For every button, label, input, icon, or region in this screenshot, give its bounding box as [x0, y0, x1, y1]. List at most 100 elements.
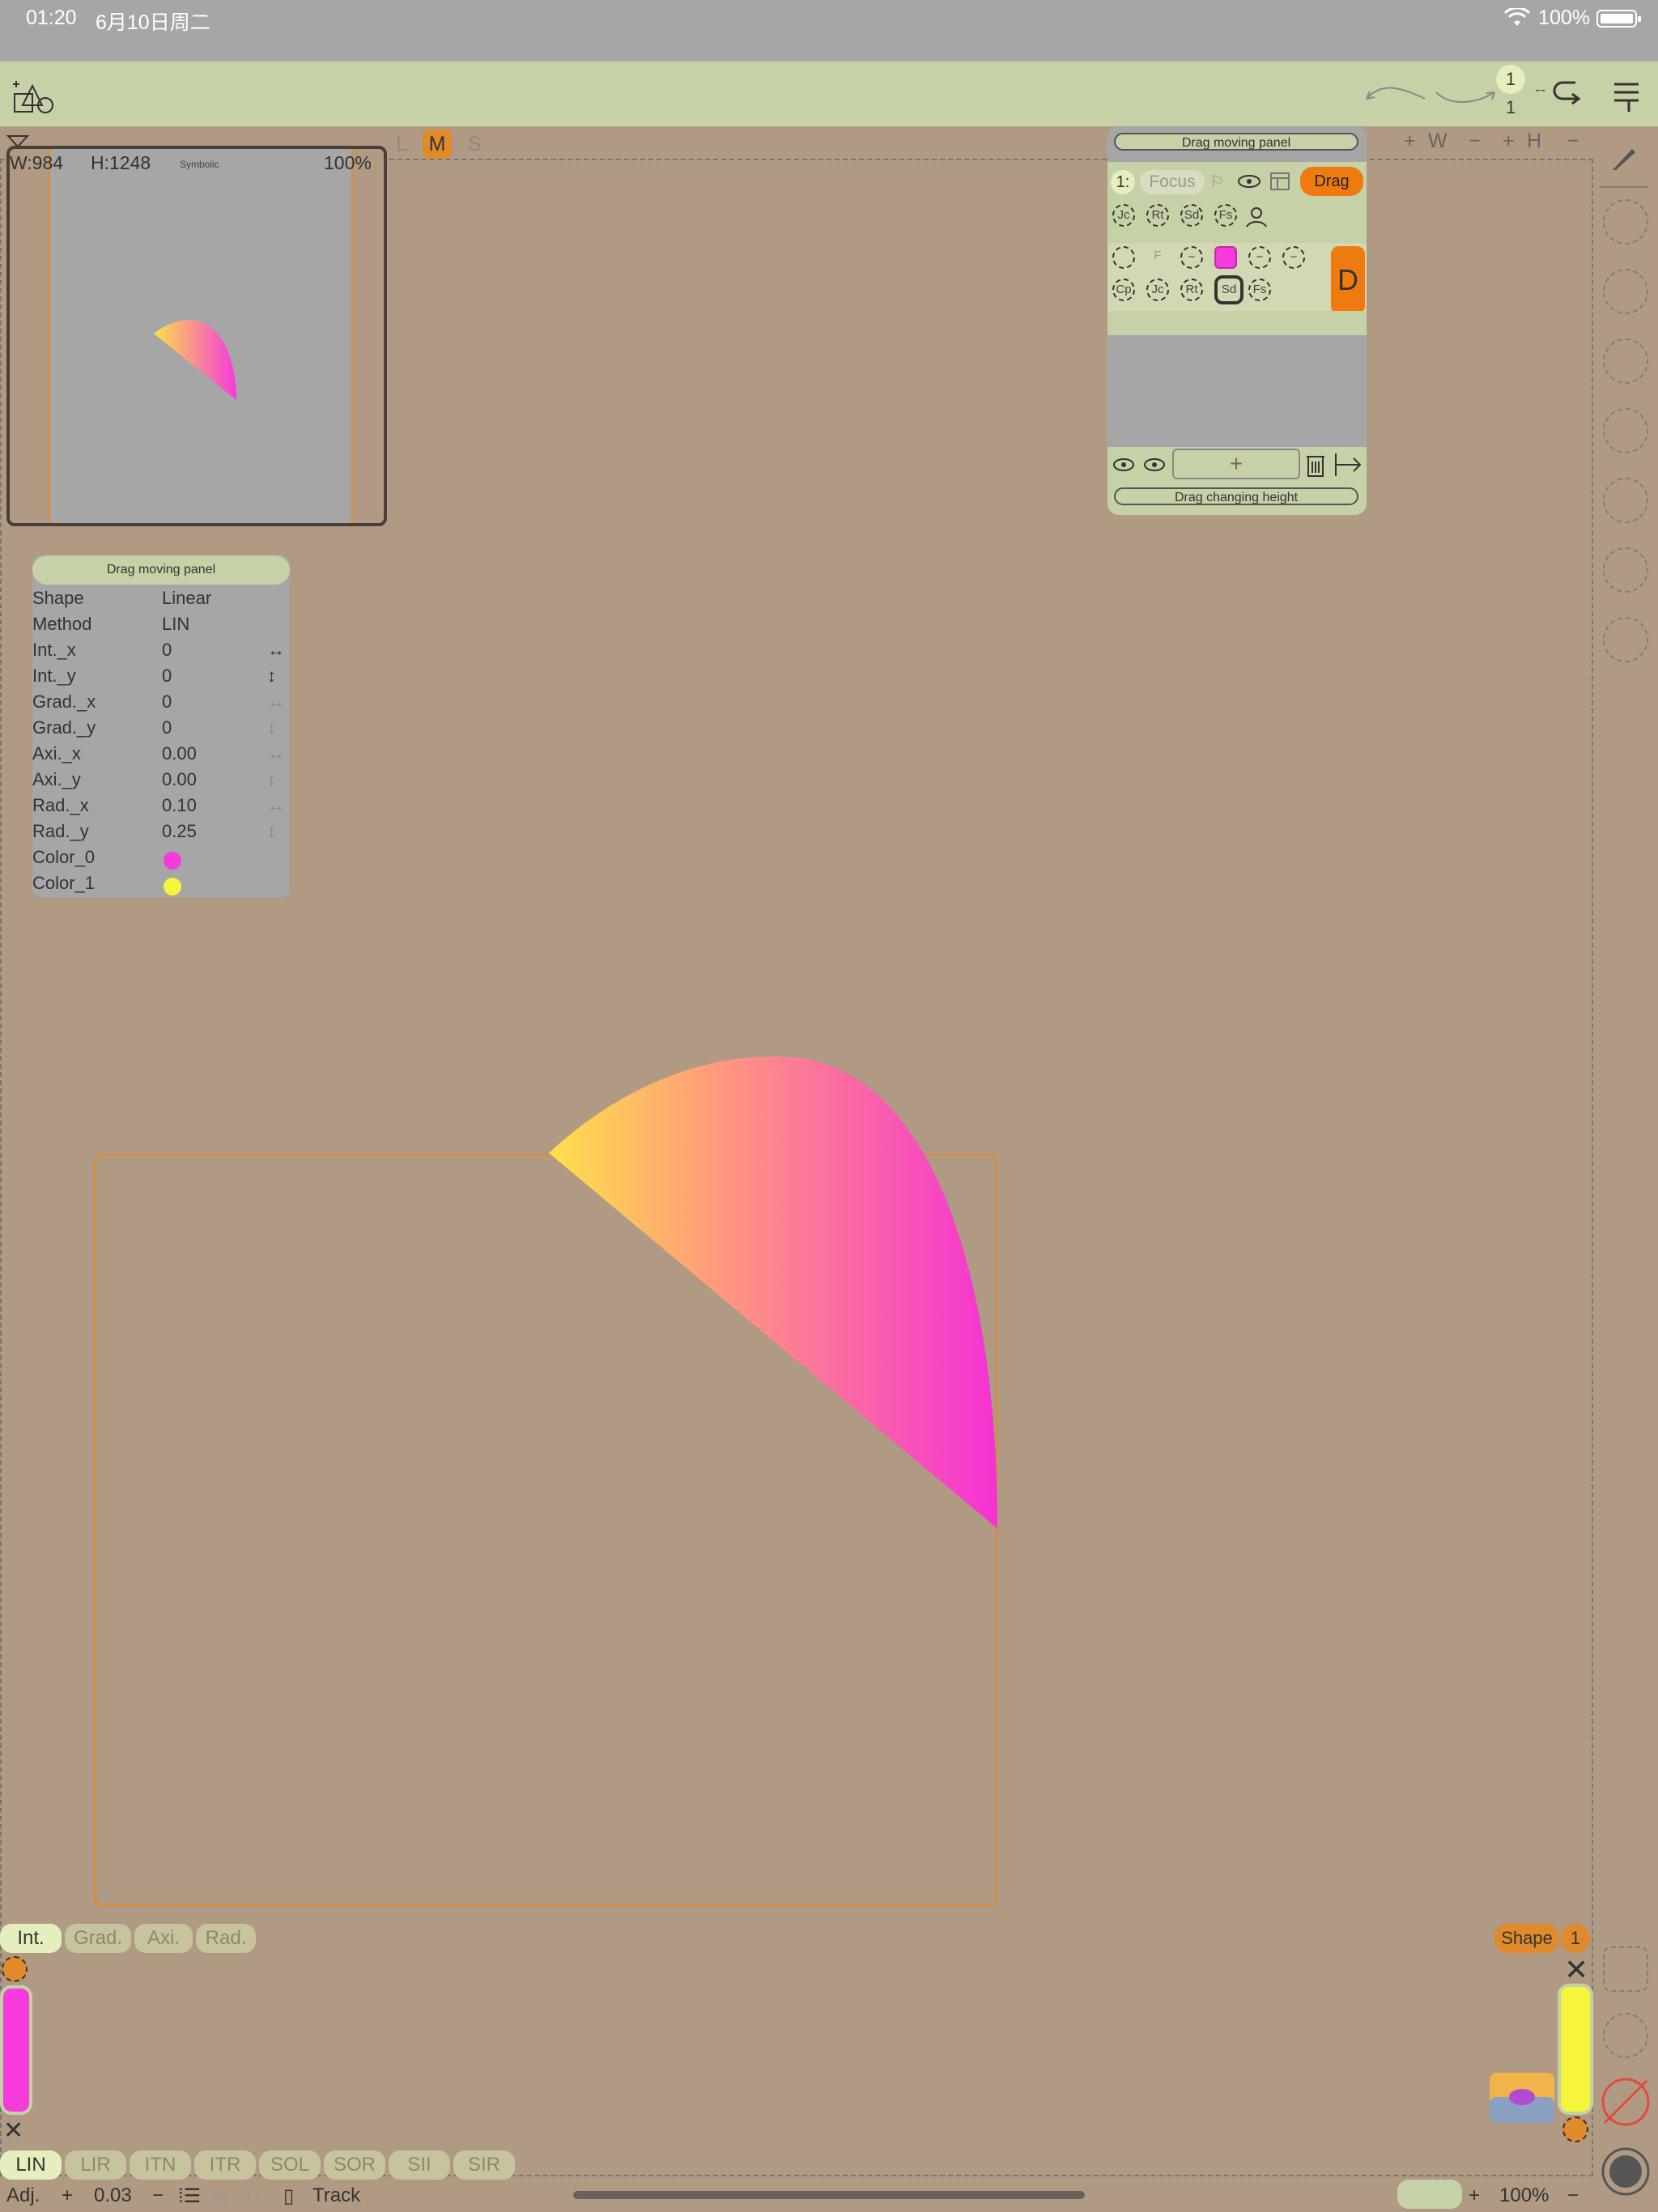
brush-tool-icon[interactable] [1603, 2013, 1648, 2058]
layer-header-chip-2[interactable]: Sd [1180, 204, 1203, 227]
layers-drag-handle[interactable]: Drag moving panel [1114, 133, 1358, 151]
prop-row-color-1[interactable]: Color_1 [32, 873, 290, 899]
eye-small-icon[interactable]: ◎ [212, 2184, 229, 2208]
method-tab-itr[interactable]: ITR [194, 2150, 256, 2180]
layer-drag-button[interactable]: Drag [1300, 167, 1363, 196]
method-tab-sol[interactable]: SOL [259, 2150, 321, 2180]
prop-value[interactable]: 0 [162, 717, 172, 738]
prop-row-int-y[interactable]: Int._y 0 ↕ [32, 666, 290, 691]
layer-fill-color-chip[interactable] [1214, 246, 1237, 269]
prop-value[interactable]: 0.25 [162, 821, 197, 842]
layer-row1b-chip-2[interactable]: Rt [1180, 279, 1203, 301]
menu-icon[interactable] [1611, 78, 1643, 113]
device-icon[interactable]: ▯ [283, 2184, 294, 2208]
page-number-badge[interactable]: 1 [1496, 65, 1525, 94]
layer-row1-chip-1[interactable]: F [1146, 246, 1169, 269]
layer-row1-chip-2[interactable]: − [1180, 246, 1203, 269]
prop-value[interactable]: 0 [162, 640, 172, 661]
horizontal-arrows-icon[interactable]: ↔ [267, 691, 285, 713]
layer-header-chip-3[interactable]: Fs [1214, 204, 1237, 227]
trash-icon[interactable] [1305, 452, 1326, 478]
add-layer-button[interactable]: + [1172, 449, 1300, 479]
tab-grad[interactable]: Grad. [65, 1924, 131, 1953]
prop-value[interactable]: 0 [162, 666, 172, 687]
person-icon[interactable] [1245, 204, 1269, 228]
prop-row-axi-x[interactable]: Axi._x 0.00 ↔ [32, 743, 290, 769]
zoom-plus-button[interactable]: + [1469, 2184, 1480, 2207]
prop-value[interactable]: 0.00 [162, 743, 197, 764]
color0-swatch[interactable] [0, 1985, 32, 2115]
line-tool-solid-icon[interactable] [1603, 199, 1648, 245]
method-tab-sir[interactable]: SIR [453, 2150, 515, 2180]
prop-value[interactable]: 0.10 [162, 795, 197, 816]
horizontal-arrows-icon[interactable]: ↔ [267, 640, 285, 661]
prop-value[interactable]: LIN [162, 614, 189, 635]
pen-icon[interactable] [1608, 143, 1640, 175]
flag-small-icon[interactable]: ⚐ [244, 2184, 262, 2208]
hide-all-icon[interactable] [1143, 457, 1167, 473]
minimap[interactable]: W:984 H:1248 Symbolic 100% [6, 146, 387, 526]
layer-row1b-chip-3[interactable]: Sd [1214, 275, 1244, 304]
width-minus-button[interactable]: − [1469, 130, 1481, 153]
redo-curve-icon[interactable] [1433, 81, 1498, 110]
flag-icon[interactable]: ⚐ [1209, 172, 1224, 192]
vertical-arrows-icon[interactable]: ↕ [267, 769, 276, 790]
hatch-tool-icon[interactable] [1603, 338, 1648, 384]
horizontal-arrows-icon[interactable]: ↔ [267, 795, 285, 816]
layer-header-chip-0[interactable]: Jc [1112, 204, 1135, 227]
adj-minus-button[interactable]: − [152, 2184, 164, 2207]
ellipse-tool-icon[interactable] [1603, 547, 1648, 593]
prop-row-method[interactable]: Method LIN [32, 614, 290, 640]
export-icon[interactable] [1333, 452, 1363, 478]
prop-value[interactable]: Linear [162, 588, 211, 609]
copy-layer-icon[interactable] [1603, 1946, 1648, 1992]
list-icon[interactable]: ⁞☰ [178, 2184, 201, 2208]
drag-height-handle[interactable]: Drag changing height [1114, 487, 1358, 505]
layout-icon[interactable] [1269, 172, 1290, 191]
record-icon[interactable] [1600, 2146, 1652, 2197]
tab-int[interactable]: Int. [0, 1924, 62, 1953]
prop-row-grad-x[interactable]: Grad._x 0 ↔ [32, 691, 290, 717]
shape-button[interactable]: Shape [1494, 1924, 1559, 1953]
method-tab-itn[interactable]: ITN [130, 2150, 191, 2180]
view-mode-s[interactable]: S [460, 130, 489, 159]
undo-curve-icon[interactable] [1363, 81, 1428, 110]
horizontal-arrows-icon[interactable]: ↔ [267, 743, 285, 764]
layer-row-header[interactable]: 1: Focus ⚐ Drag Jc Rt Sd Fs [1107, 162, 1367, 246]
prop-row-shape[interactable]: Shape Linear [32, 588, 290, 614]
width-plus-button[interactable]: + [1404, 130, 1416, 153]
height-plus-button[interactable]: + [1503, 130, 1515, 153]
tab-rad[interactable]: Rad. [196, 1924, 256, 1953]
layer-row1b-chip-1[interactable]: Jc [1146, 279, 1169, 301]
vertical-arrows-icon[interactable]: ↕ [267, 821, 276, 842]
prop-value[interactable]: 0 [162, 691, 172, 713]
layer-row1b-chip-0[interactable]: Cp [1112, 279, 1135, 301]
layer-row1-chip-0[interactable] [1112, 246, 1135, 269]
color1-swatch[interactable] [1558, 1984, 1593, 2115]
shape-count-badge[interactable]: 1 [1561, 1924, 1590, 1953]
layer-row1-chip-4[interactable]: − [1248, 246, 1271, 269]
drag-moving-panel-handle[interactable]: Drag moving panel [32, 555, 290, 585]
eye-icon[interactable] [1237, 173, 1261, 189]
gradient-preview-icon[interactable] [1490, 2073, 1554, 2123]
prop-row-rad-x[interactable]: Rad._x 0.10 ↔ [32, 795, 290, 821]
line-tool-thin-icon[interactable] [1603, 269, 1648, 314]
tab-axi[interactable]: Axi. [134, 1924, 193, 1953]
prop-row-grad-y[interactable]: Grad._y 0 ↕ [32, 717, 290, 743]
color_0-dot[interactable] [164, 852, 181, 870]
method-tab-lin[interactable]: LIN [0, 2150, 62, 2180]
view-mode-l[interactable]: L [387, 130, 416, 159]
layer-row-1[interactable]: F − − − Cp Jc Rt Sd Fs D [1107, 243, 1367, 314]
close-left-icon[interactable]: ✕ [3, 2116, 23, 2145]
color_1-dot[interactable] [164, 878, 181, 895]
close-right-icon[interactable]: ✕ [1564, 1953, 1588, 1987]
vertical-arrows-icon[interactable]: ↕ [267, 666, 276, 687]
focus-button[interactable]: Focus [1140, 170, 1205, 194]
gradient-shape[interactable] [547, 1056, 1001, 1534]
mountains-tool-icon[interactable] [1603, 617, 1648, 662]
prop-row-color-0[interactable]: Color_0 [32, 847, 290, 873]
color1-toggle[interactable] [1562, 2116, 1588, 2142]
no-fill-icon[interactable] [1600, 2076, 1652, 2128]
prop-row-rad-y[interactable]: Rad._y 0.25 ↕ [32, 821, 290, 847]
curve-tool-button[interactable] [1397, 2180, 1462, 2209]
